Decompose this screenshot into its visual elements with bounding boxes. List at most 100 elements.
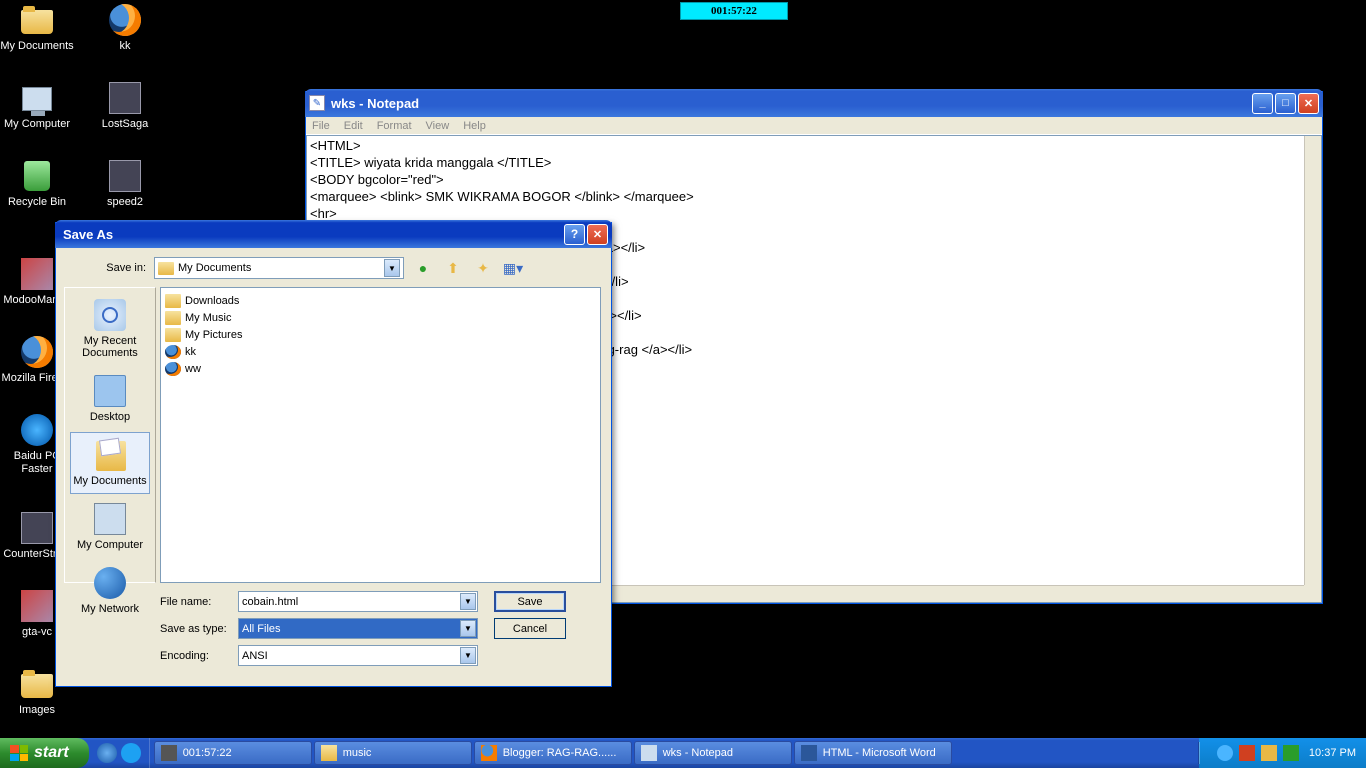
taskbar-item[interactable]: 001:57:22 bbox=[154, 741, 312, 765]
desktop-icon-speed2[interactable]: speed2 bbox=[88, 160, 162, 209]
place-my-recent-documents[interactable]: My Recent Documents bbox=[70, 292, 150, 366]
mydoc-icon bbox=[94, 439, 126, 471]
file-list[interactable]: Downloads My Music My Pictures kk ww bbox=[160, 287, 601, 583]
notepad-menubar: File Edit Format View Help bbox=[306, 118, 1322, 135]
dropdown-arrow-icon: ▼ bbox=[384, 259, 400, 277]
saveastype-value: All Files bbox=[242, 623, 281, 635]
file-item[interactable]: ww bbox=[165, 360, 596, 377]
taskbar-item-label: wks - Notepad bbox=[663, 747, 733, 759]
tray-icon[interactable] bbox=[1217, 745, 1233, 761]
file-name: kk bbox=[185, 346, 196, 358]
vertical-scrollbar[interactable] bbox=[1304, 136, 1321, 585]
encoding-value: ANSI bbox=[242, 650, 268, 662]
places-bar: My Recent DocumentsDesktopMy Documents My… bbox=[64, 287, 156, 583]
taskbar-item[interactable]: HTML - Microsoft Word bbox=[794, 741, 952, 765]
menu-format[interactable]: Format bbox=[377, 120, 412, 132]
up-folder-button[interactable]: ⬆ bbox=[442, 257, 464, 279]
folder-open-icon bbox=[21, 10, 53, 34]
close-button[interactable]: ✕ bbox=[1298, 93, 1319, 114]
file-item[interactable]: Downloads bbox=[165, 292, 596, 309]
word-icon bbox=[801, 745, 817, 761]
savein-dropdown[interactable]: My Documents ▼ bbox=[154, 257, 404, 279]
minimize-button[interactable]: _ bbox=[1252, 93, 1273, 114]
encoding-dropdown[interactable]: ANSI ▼ bbox=[238, 645, 478, 666]
place-label: My Computer bbox=[73, 539, 147, 551]
desktop-icon-label: Recycle Bin bbox=[0, 196, 74, 209]
folder-icon bbox=[158, 262, 174, 275]
resize-grip[interactable] bbox=[1304, 585, 1321, 602]
saveas-titlebar[interactable]: Save As ? ✕ bbox=[55, 220, 612, 248]
folder-icon bbox=[165, 311, 181, 325]
taskbar-item[interactable]: Blogger: RAG-RAG...... bbox=[474, 741, 632, 765]
taskbar-item-label: music bbox=[343, 747, 372, 759]
file-name: My Pictures bbox=[185, 329, 242, 341]
saveas-title: Save As bbox=[59, 227, 564, 242]
saveas-body: My Recent DocumentsDesktopMy Documents My… bbox=[56, 287, 611, 587]
cancel-button[interactable]: Cancel bbox=[494, 618, 566, 639]
desktop-icon-my-documents[interactable]: My Documents bbox=[0, 4, 74, 53]
saveas-close-button[interactable]: ✕ bbox=[587, 224, 608, 245]
start-button[interactable]: start bbox=[0, 738, 89, 768]
save-as-dialog: Save As ? ✕ Save in: My Documents ▼ ● ⬆ … bbox=[55, 222, 612, 687]
savein-value: My Documents bbox=[178, 262, 251, 274]
system-tray: 10:37 PM bbox=[1199, 738, 1366, 768]
dropdown-arrow-icon[interactable]: ▼ bbox=[460, 593, 476, 610]
desktop-icon-recycle-bin[interactable]: Recycle Bin bbox=[0, 160, 74, 209]
computer-icon bbox=[22, 87, 52, 111]
taskbar-item-label: HTML - Microsoft Word bbox=[823, 747, 936, 759]
tray-icon[interactable] bbox=[1261, 745, 1277, 761]
place-my-network[interactable]: My Network bbox=[70, 560, 150, 622]
place-my-documents[interactable]: My Documents bbox=[70, 432, 150, 494]
new-folder-button[interactable]: ✦ bbox=[472, 257, 494, 279]
file-name: My Music bbox=[185, 312, 231, 324]
tray-icon[interactable] bbox=[1283, 745, 1299, 761]
mycomp-icon bbox=[94, 503, 126, 535]
desktop-icon-label: Images bbox=[0, 704, 74, 717]
folder-icon bbox=[21, 674, 53, 698]
save-button[interactable]: Save bbox=[494, 591, 566, 612]
file-item[interactable]: My Pictures bbox=[165, 326, 596, 343]
mynet-icon bbox=[94, 567, 126, 599]
desktop-icon-label: kk bbox=[88, 40, 162, 53]
dropdown-arrow-icon[interactable]: ▼ bbox=[460, 620, 476, 637]
quick-launch-item[interactable] bbox=[121, 743, 141, 763]
maximize-button[interactable]: □ bbox=[1275, 93, 1296, 114]
place-desktop[interactable]: Desktop bbox=[70, 368, 150, 430]
recent-icon bbox=[94, 299, 126, 331]
menu-help[interactable]: Help bbox=[463, 120, 486, 132]
file-item[interactable]: kk bbox=[165, 343, 596, 360]
desktop-icon-kk[interactable]: kk bbox=[88, 4, 162, 53]
firefox-icon bbox=[21, 336, 53, 368]
desktop-icon-my-computer[interactable]: My Computer bbox=[0, 82, 74, 131]
show-desktop-icon[interactable] bbox=[97, 743, 117, 763]
menu-view[interactable]: View bbox=[426, 120, 450, 132]
desktop-icon-lostsaga[interactable]: LostSaga bbox=[88, 82, 162, 131]
tray-icon[interactable] bbox=[1239, 745, 1255, 761]
taskbar-item[interactable]: music bbox=[314, 741, 472, 765]
notepad-titlebar[interactable]: ✎ wks - Notepad _ □ ✕ bbox=[305, 89, 1323, 117]
taskbar-item[interactable]: wks - Notepad bbox=[634, 741, 792, 765]
savein-label: Save in: bbox=[66, 262, 146, 274]
dropdown-arrow-icon[interactable]: ▼ bbox=[460, 647, 476, 664]
taskbar-item-label: 001:57:22 bbox=[183, 747, 232, 759]
screen-timer: 001:57:22 bbox=[680, 2, 788, 20]
folder-icon bbox=[165, 294, 181, 308]
taskbar-clock[interactable]: 10:37 PM bbox=[1309, 747, 1356, 759]
view-menu-button[interactable]: ▦▾ bbox=[502, 257, 524, 279]
back-button[interactable]: ● bbox=[412, 257, 434, 279]
file-name: Downloads bbox=[185, 295, 239, 307]
saveastype-dropdown[interactable]: All Files ▼ bbox=[238, 618, 478, 639]
generic-icon bbox=[109, 160, 141, 192]
file-name: ww bbox=[185, 363, 201, 375]
filename-label: File name: bbox=[160, 596, 230, 608]
filename-input[interactable]: cobain.html ▼ bbox=[238, 591, 478, 612]
notepad-icon: ✎ bbox=[309, 95, 325, 111]
menu-edit[interactable]: Edit bbox=[344, 120, 363, 132]
help-button[interactable]: ? bbox=[564, 224, 585, 245]
saveastype-label: Save as type: bbox=[160, 623, 230, 635]
menu-file[interactable]: File bbox=[312, 120, 330, 132]
place-my-computer[interactable]: My Computer bbox=[70, 496, 150, 558]
desktop-icon-label: My Computer bbox=[0, 118, 74, 131]
encoding-label: Encoding: bbox=[160, 650, 230, 662]
file-item[interactable]: My Music bbox=[165, 309, 596, 326]
